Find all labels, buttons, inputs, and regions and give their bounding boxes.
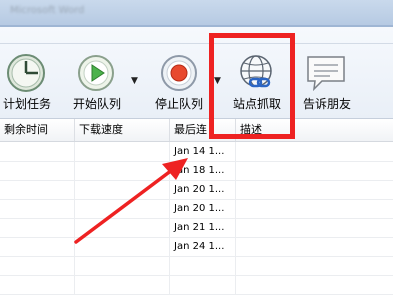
- table-row[interactable]: Jan 18 1...: [0, 161, 393, 181]
- last-connected-cell: Jan 20 1...: [169, 180, 235, 199]
- remaining-time-cell: [0, 142, 74, 161]
- stop-queue-label: 停止队列: [154, 97, 203, 111]
- table-row[interactable]: Jan 24 1...: [0, 237, 393, 257]
- site-grab-label: 站点抓取: [232, 97, 281, 111]
- table-header: 剩余时间 下载速度 最后连 描述: [0, 119, 393, 142]
- description-cell: [235, 199, 393, 218]
- last-connected-cell: Jan 21 1...: [169, 218, 235, 237]
- download-speed-cell: [74, 142, 169, 161]
- last-connected-cell: Jan 20 1...: [169, 199, 235, 218]
- column-description[interactable]: 描述: [235, 119, 393, 141]
- start-queue-dropdown-arrow[interactable]: ▼: [131, 76, 138, 86]
- remaining-time-cell: [0, 275, 74, 294]
- remaining-time-cell: [0, 199, 74, 218]
- globe-link-icon: [240, 55, 272, 88]
- remaining-time-cell: [0, 161, 74, 180]
- last-connected-cell: [169, 275, 235, 294]
- toolbar: 计划任务 开始队列 ▼ 停止队列 ▼ 站点抓取 告诉朋友: [0, 27, 393, 119]
- download-list: Jan 14 1... Jan 18 1... Jan 20 1... Jan …: [0, 142, 393, 297]
- start-queue-label: 开始队列: [72, 97, 121, 111]
- description-cell: [235, 142, 393, 161]
- table-row[interactable]: [0, 256, 393, 276]
- window-title: Microsoft Word: [10, 5, 85, 16]
- download-speed-cell: [74, 218, 169, 237]
- table-row[interactable]: Jan 20 1...: [0, 199, 393, 219]
- record-stop-icon: [161, 55, 197, 91]
- speech-bubble-icon: [307, 56, 345, 92]
- download-speed-cell: [74, 180, 169, 199]
- description-cell: [235, 218, 393, 237]
- remaining-time-cell: [0, 180, 74, 199]
- table-row[interactable]: Jan 20 1...: [0, 180, 393, 200]
- site-grab-button[interactable]: 站点抓取: [228, 27, 286, 118]
- description-cell: [235, 161, 393, 180]
- table-row[interactable]: [0, 275, 393, 295]
- remaining-time-cell: [0, 256, 74, 275]
- clock-icon: [7, 54, 45, 92]
- description-cell: [235, 275, 393, 294]
- download-speed-cell: [74, 275, 169, 294]
- column-remaining-time[interactable]: 剩余时间: [0, 119, 74, 141]
- table-row[interactable]: Jan 21 1...: [0, 218, 393, 238]
- last-connected-cell: Jan 14 1...: [169, 142, 235, 161]
- description-cell: [235, 180, 393, 199]
- last-connected-cell: [169, 256, 235, 275]
- download-speed-cell: [74, 161, 169, 180]
- tell-friend-label: 告诉朋友: [302, 97, 351, 111]
- column-download-speed[interactable]: 下载速度: [74, 119, 169, 141]
- last-connected-cell: Jan 18 1...: [169, 161, 235, 180]
- download-speed-cell: [74, 237, 169, 256]
- stop-queue-dropdown-arrow[interactable]: ▼: [214, 76, 221, 86]
- column-last-connected[interactable]: 最后连: [169, 119, 235, 141]
- remaining-time-cell: [0, 237, 74, 256]
- schedule-task-button[interactable]: 计划任务: [0, 27, 56, 118]
- download-speed-cell: [74, 256, 169, 275]
- window-titlebar: Microsoft Word: [0, 0, 393, 27]
- description-cell: [235, 256, 393, 275]
- last-connected-cell: Jan 24 1...: [169, 237, 235, 256]
- tell-friend-button[interactable]: 告诉朋友: [298, 27, 356, 118]
- remaining-time-cell: [0, 218, 74, 237]
- start-queue-button[interactable]: 开始队列: [68, 27, 126, 118]
- stop-queue-button[interactable]: 停止队列: [150, 27, 208, 118]
- table-row[interactable]: Jan 14 1...: [0, 142, 393, 162]
- download-speed-cell: [74, 199, 169, 218]
- description-cell: [235, 237, 393, 256]
- play-icon: [78, 55, 114, 91]
- schedule-task-label: 计划任务: [2, 97, 51, 111]
